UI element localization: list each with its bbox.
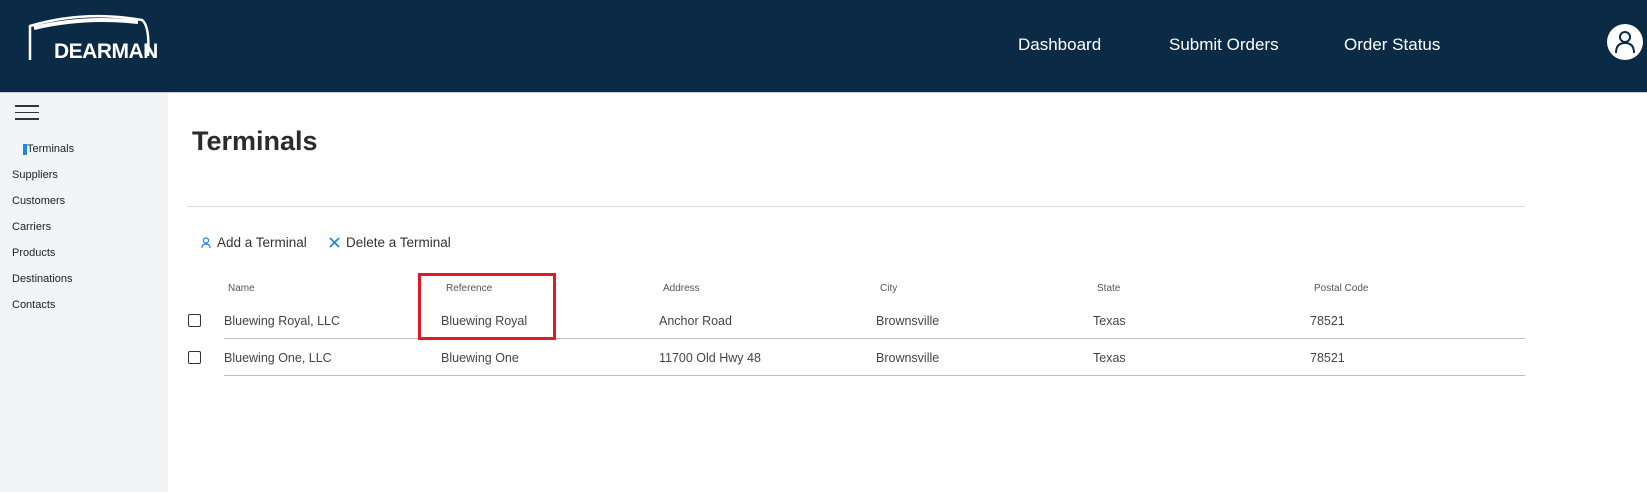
delete-terminal-button[interactable]: Delete a Terminal xyxy=(329,235,451,250)
delete-terminal-label: Delete a Terminal xyxy=(346,235,451,250)
column-header-name[interactable]: Name xyxy=(228,283,255,294)
table-cell-reference[interactable]: Bluewing One xyxy=(441,351,519,365)
sidebar-item-carriers[interactable]: Carriers xyxy=(12,221,51,233)
table-cell-address[interactable]: Anchor Road xyxy=(659,314,732,328)
table-cell-city[interactable]: Brownsville xyxy=(876,351,939,365)
row-checkbox[interactable] xyxy=(188,351,201,364)
highlight-box xyxy=(418,273,556,340)
sidebar-item-contacts[interactable]: Contacts xyxy=(12,299,55,311)
sidebar-item-suppliers[interactable]: Suppliers xyxy=(12,169,58,181)
user-icon xyxy=(1615,31,1635,54)
table-cell-postal-code[interactable]: 78521 xyxy=(1310,351,1345,365)
sidebar: Terminals Suppliers Customers Carriers P… xyxy=(0,93,168,492)
nav-dashboard[interactable]: Dashboard xyxy=(1018,35,1101,55)
column-header-address[interactable]: Address xyxy=(663,283,700,294)
sidebar-item-terminals[interactable]: Terminals xyxy=(22,143,74,155)
row-checkbox[interactable] xyxy=(188,314,201,327)
table-cell-address[interactable]: 11700 Old Hwy 48 xyxy=(659,351,761,365)
sidebar-item-destinations[interactable]: Destinations xyxy=(12,273,73,285)
column-header-state[interactable]: State xyxy=(1097,283,1120,294)
divider xyxy=(187,206,1525,207)
table-cell-city[interactable]: Brownsville xyxy=(876,314,939,328)
column-header-city[interactable]: City xyxy=(880,283,897,294)
logo-text[interactable]: DEARMAN xyxy=(54,40,158,64)
column-header-postal-code[interactable]: Postal Code xyxy=(1314,283,1368,294)
hamburger-menu-icon[interactable] xyxy=(15,105,39,121)
add-terminal-label: Add a Terminal xyxy=(217,235,307,250)
user-avatar-button[interactable] xyxy=(1607,24,1643,60)
table-cell-state[interactable]: Texas xyxy=(1093,351,1126,365)
table-cell-name[interactable]: Bluewing Royal, LLC xyxy=(224,314,340,328)
nav-order-status[interactable]: Order Status xyxy=(1344,35,1440,55)
nav-submit-orders[interactable]: Submit Orders xyxy=(1169,35,1279,55)
add-user-icon xyxy=(201,236,211,248)
row-divider xyxy=(224,375,1525,376)
table-cell-name[interactable]: Bluewing One, LLC xyxy=(224,351,332,365)
table-cell-postal-code[interactable]: 78521 xyxy=(1310,314,1345,328)
page-title: Terminals xyxy=(192,126,318,156)
close-icon xyxy=(329,237,340,248)
sidebar-item-customers[interactable]: Customers xyxy=(12,195,65,207)
sidebar-item-products[interactable]: Products xyxy=(12,247,55,259)
add-terminal-button[interactable]: Add a Terminal xyxy=(201,235,307,250)
top-bar: DEARMAN Dashboard Submit Orders Order St… xyxy=(0,0,1647,93)
table-cell-state[interactable]: Texas xyxy=(1093,314,1126,328)
